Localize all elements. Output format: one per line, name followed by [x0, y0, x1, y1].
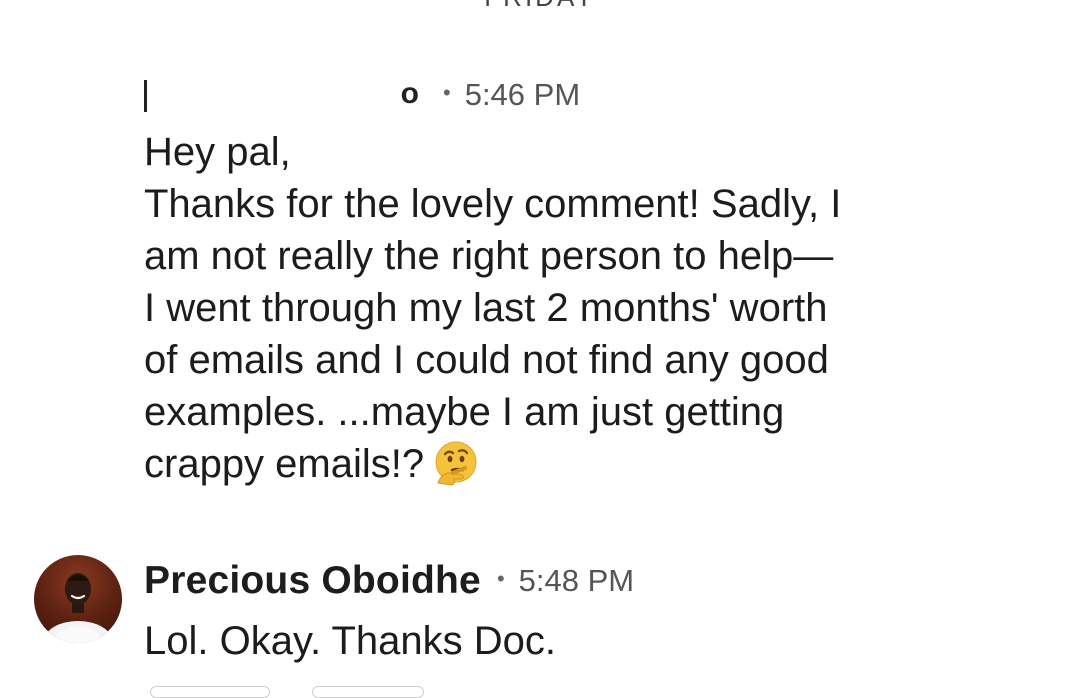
message-timestamp: 5:46 PM — [464, 77, 581, 112]
message-line: of emails and I could not find any good — [144, 338, 829, 382]
reply-button[interactable] — [312, 686, 424, 698]
separator-dot: • — [443, 80, 451, 105]
message-line: Thanks for the lovely comment! Sadly, I — [144, 182, 842, 226]
separator-dot: • — [496, 566, 505, 591]
message-line: examples. ...maybe I am just getting — [144, 390, 785, 434]
sender-name-visible-tail: o — [400, 77, 419, 110]
message-header: Precious Oboidhe • 5:48 PM — [144, 556, 634, 606]
message-line-with-emoji: crappy emails!? — [144, 438, 944, 490]
profile-photo — [44, 573, 112, 643]
day-divider: FRIDAY — [0, 0, 1080, 13]
message-header: o • 5:46 PM — [144, 70, 580, 120]
message-line: am not really the right person to help— — [144, 234, 834, 278]
message-body: Hey pal, Thanks for the lovely comment! … — [144, 126, 944, 490]
message-timestamp: 5:48 PM — [518, 563, 635, 598]
sender-name[interactable]: Precious Oboidhe — [144, 559, 481, 603]
message-line-text: crappy emails!? — [144, 442, 425, 486]
redaction-mask — [144, 80, 412, 112]
thinking-face-icon — [435, 441, 477, 486]
message-line: Lol. Okay. Thanks Doc. — [144, 619, 557, 663]
reaction-button[interactable] — [150, 686, 270, 698]
avatar[interactable] — [34, 555, 122, 643]
redacted-sender-name: o — [144, 74, 419, 116]
message-line: I went through my last 2 months' worth — [144, 286, 828, 330]
message-body: Lol. Okay. Thanks Doc. — [144, 615, 944, 667]
message-line: Hey pal, — [144, 130, 291, 174]
